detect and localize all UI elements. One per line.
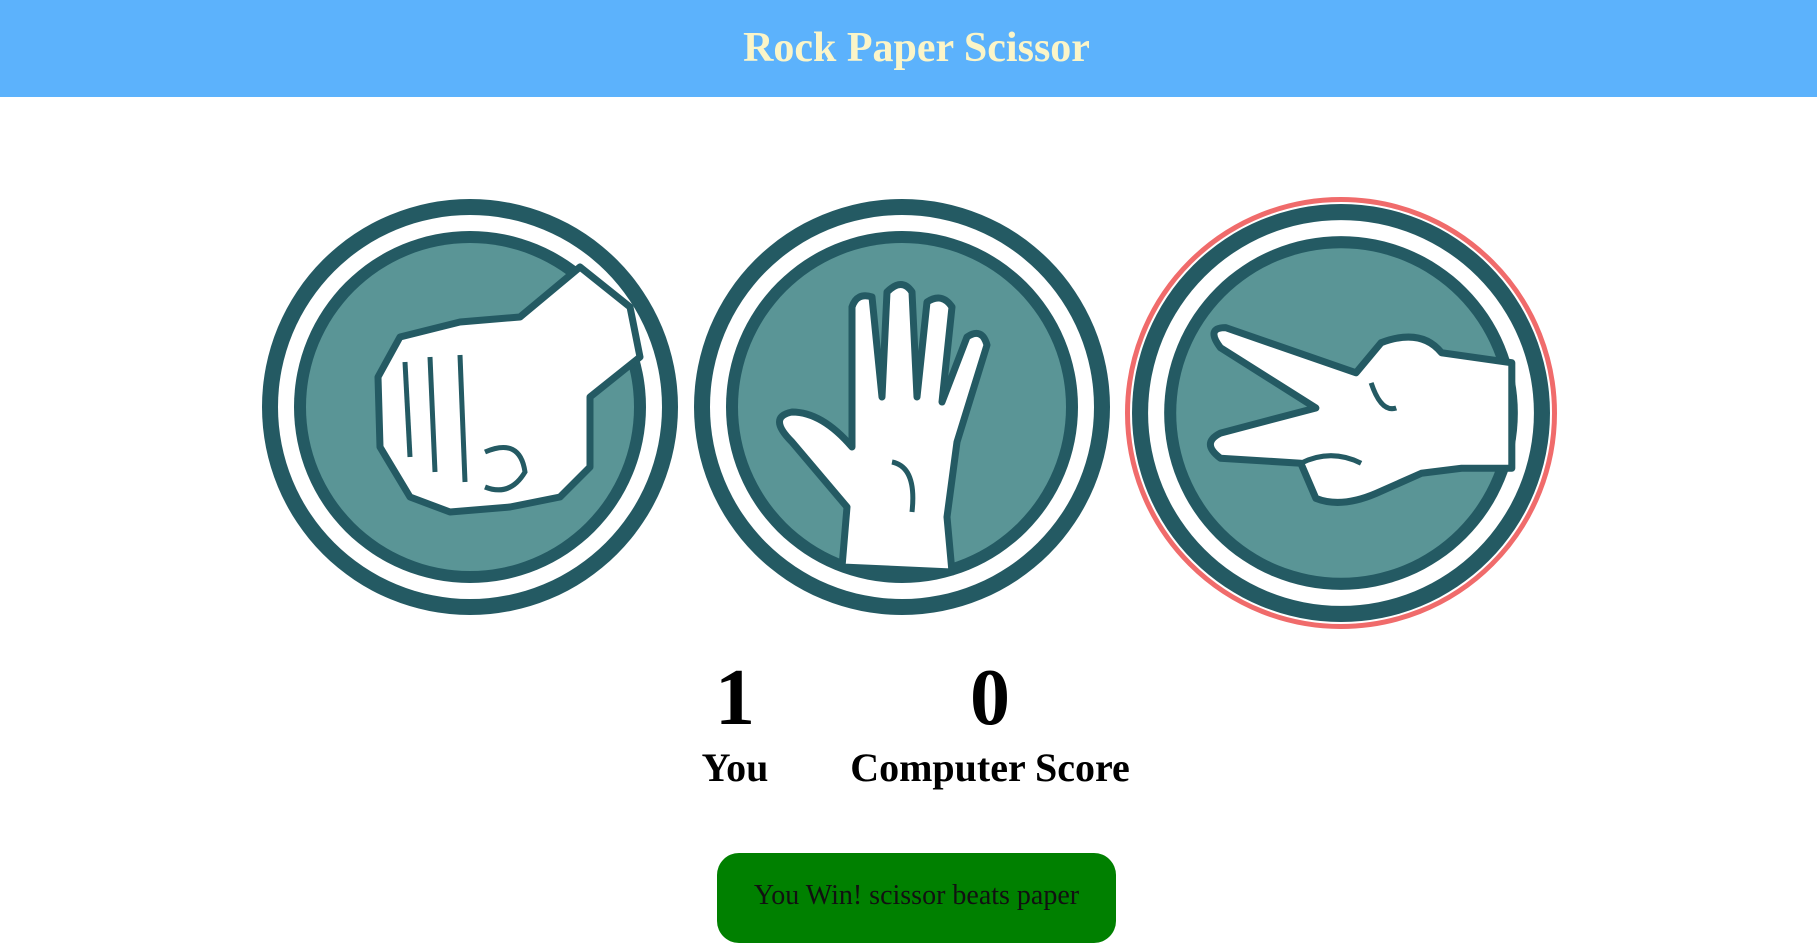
computer-score-value: 0 — [970, 654, 1010, 742]
result-message: You Win! scissor beats paper — [717, 853, 1116, 943]
rock-fist-icon — [262, 199, 678, 615]
user-score-label: You — [701, 745, 769, 790]
page-title: Rock Paper Scissor — [743, 24, 1090, 71]
app-header: Rock Paper Scissor — [0, 0, 1817, 97]
scissor-hand-icon — [1132, 204, 1550, 622]
computer-score-panel: 0 Computer Score — [840, 658, 1140, 790]
scissor-choice-button[interactable] — [1125, 197, 1557, 629]
user-score-panel: 1 You — [680, 658, 790, 790]
paper-hand-icon — [694, 199, 1110, 615]
user-score-value: 1 — [715, 654, 755, 742]
rock-choice-button[interactable] — [260, 197, 680, 617]
paper-choice-button[interactable] — [692, 197, 1112, 617]
computer-score-label: Computer Score — [850, 745, 1130, 790]
